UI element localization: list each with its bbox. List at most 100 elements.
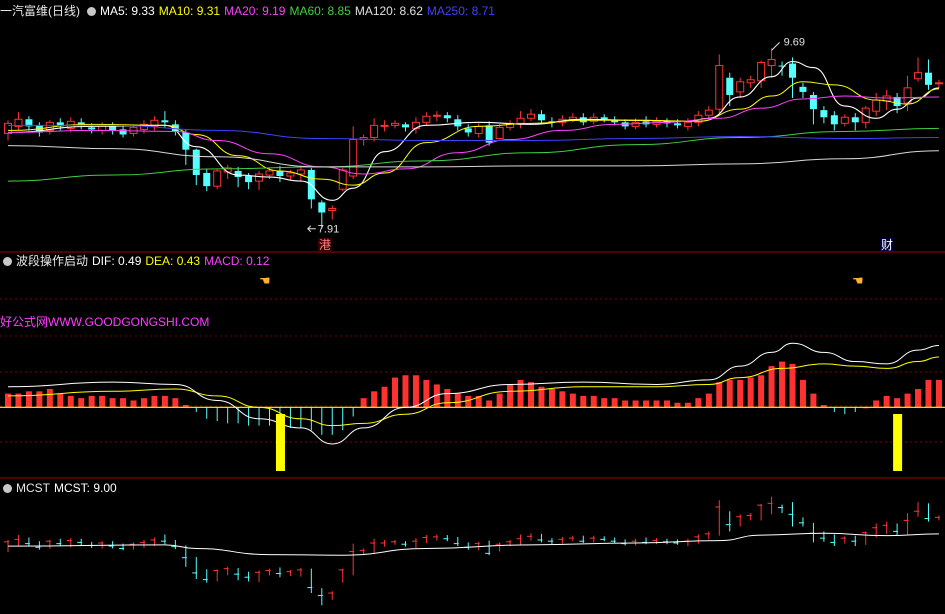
panel-menu-icon[interactable] bbox=[3, 257, 12, 266]
macd-bar-positive bbox=[768, 366, 775, 408]
candle-body-down bbox=[276, 170, 284, 177]
macd-bar-positive bbox=[925, 379, 932, 408]
macd-bar-positive bbox=[810, 393, 817, 408]
macd-bar-positive bbox=[120, 398, 127, 408]
macd-bar-positive bbox=[454, 393, 461, 408]
low-price-label: 7.91 bbox=[318, 224, 339, 236]
macd-bar-positive bbox=[109, 398, 116, 408]
macd-bar-positive bbox=[444, 389, 451, 408]
candle-body-down bbox=[673, 123, 681, 126]
event-badge-right: 财 bbox=[881, 238, 893, 252]
candle-body-down bbox=[318, 202, 326, 213]
indicator-label-1: DEA: 0.43 bbox=[145, 254, 201, 268]
candle-body-up bbox=[286, 172, 295, 177]
candle-body-up bbox=[757, 62, 766, 82]
macd-bar-positive bbox=[172, 398, 179, 408]
candle-body-down bbox=[851, 117, 859, 123]
macd-bar-positive bbox=[25, 391, 32, 408]
high-marker-arrow bbox=[771, 41, 780, 51]
macd-bar-positive bbox=[46, 389, 53, 408]
macd-bar-positive bbox=[737, 379, 744, 408]
macd-bar-positive bbox=[392, 377, 399, 408]
dif-line bbox=[7, 342, 939, 445]
macd-bar-positive bbox=[507, 384, 514, 408]
candle-body-up bbox=[527, 113, 535, 119]
candle-body-up bbox=[872, 99, 881, 112]
macd-bar-positive bbox=[663, 400, 670, 408]
macd-bar-positive bbox=[360, 398, 367, 408]
candle-body-down bbox=[182, 132, 190, 150]
macd-bar-positive bbox=[705, 393, 712, 408]
candle-body-up bbox=[934, 82, 943, 85]
mcst-line bbox=[7, 532, 939, 556]
mcst-label-0: MCST: 9.00 bbox=[54, 481, 117, 495]
macd-bar-positive bbox=[67, 395, 74, 408]
mcst-panel-header: MCST MCST: 9.00 bbox=[0, 480, 125, 496]
panel-menu-icon[interactable] bbox=[3, 484, 12, 493]
macd-bar-positive bbox=[402, 375, 409, 408]
candle-body-up bbox=[474, 125, 483, 134]
macd-bar-positive bbox=[653, 400, 660, 408]
candle-body-up bbox=[422, 115, 431, 123]
macd-bar-positive bbox=[381, 386, 388, 408]
candle-body-down bbox=[192, 149, 200, 176]
macd-bar-positive bbox=[36, 391, 43, 408]
candle-body-down bbox=[485, 125, 493, 143]
ma-line-ma120 bbox=[7, 145, 939, 168]
macd-bar-positive bbox=[559, 391, 566, 408]
candle-body-up bbox=[746, 79, 755, 84]
candle-body-down bbox=[464, 128, 472, 133]
macd-bar-positive bbox=[726, 379, 733, 408]
macd-bar-positive bbox=[151, 395, 158, 408]
macd-bar-positive bbox=[548, 389, 555, 408]
macd-bar-positive bbox=[528, 382, 534, 408]
pointing-hand-icon: ☚ bbox=[259, 273, 271, 288]
ma-label-2: MA20: 9.19 bbox=[224, 4, 286, 18]
indicator-panel-header: 波段操作启动 DIF: 0.49 DEA: 0.43 MACD: 0.12 bbox=[0, 253, 277, 269]
macd-bar-positive bbox=[611, 398, 618, 408]
panel-menu-icon[interactable] bbox=[87, 7, 96, 16]
macd-bar-positive bbox=[99, 395, 106, 408]
candle-body-up bbox=[432, 114, 441, 117]
candle-body-down bbox=[234, 170, 242, 178]
macd-bar-positive bbox=[78, 398, 85, 408]
candle-body-down bbox=[830, 115, 838, 125]
macd-bar-positive bbox=[412, 375, 419, 408]
macd-bar-positive bbox=[883, 395, 890, 408]
candle-body-down bbox=[537, 114, 545, 121]
macd-bar-positive bbox=[57, 393, 64, 408]
candle-body-down bbox=[109, 126, 117, 131]
dea-line bbox=[7, 356, 939, 427]
pointing-hand-icon: ☚ bbox=[852, 273, 864, 288]
price-panel-header: 一汽富维(日线) MA5: 9.33 MA10: 9.31 MA20: 9.19 MA6… bbox=[0, 3, 503, 19]
macd-bar-positive bbox=[674, 402, 681, 408]
candle-body-up bbox=[683, 121, 692, 127]
stock-title: 一汽富维(日线) bbox=[0, 4, 80, 18]
candle-body-down bbox=[88, 127, 96, 130]
candle-body-up bbox=[391, 122, 400, 126]
macd-bar-positive bbox=[935, 379, 942, 408]
indicator-label-2: MACD: 0.12 bbox=[204, 254, 270, 268]
macd-bar-positive bbox=[904, 393, 911, 408]
ma-label-0: MA5: 9.33 bbox=[100, 4, 155, 18]
candle-body-down bbox=[924, 72, 932, 85]
indicator-name: 波段操作启动 bbox=[16, 254, 89, 268]
macd-bar-positive bbox=[716, 382, 723, 408]
macd-bar-positive bbox=[496, 393, 503, 408]
macd-bar-positive bbox=[894, 398, 901, 408]
low-marker-arrow bbox=[307, 225, 316, 233]
macd-bar-positive bbox=[695, 398, 702, 408]
indicator-label-0: DIF: 0.49 bbox=[92, 254, 142, 268]
event-badge-left: 港 bbox=[319, 238, 331, 252]
candle-body-up bbox=[265, 170, 274, 176]
candle-body-down bbox=[203, 172, 211, 187]
macd-bar-positive bbox=[747, 377, 754, 408]
ma-line-ma20 bbox=[7, 95, 939, 175]
mcst-name: MCST bbox=[16, 481, 50, 495]
candle-body-down bbox=[820, 110, 828, 118]
candle-body-down bbox=[726, 77, 734, 95]
macd-bar-positive bbox=[486, 400, 493, 408]
candle-body-up bbox=[704, 109, 713, 116]
candle-body-down bbox=[600, 117, 608, 120]
macd-bar-positive bbox=[371, 391, 378, 408]
